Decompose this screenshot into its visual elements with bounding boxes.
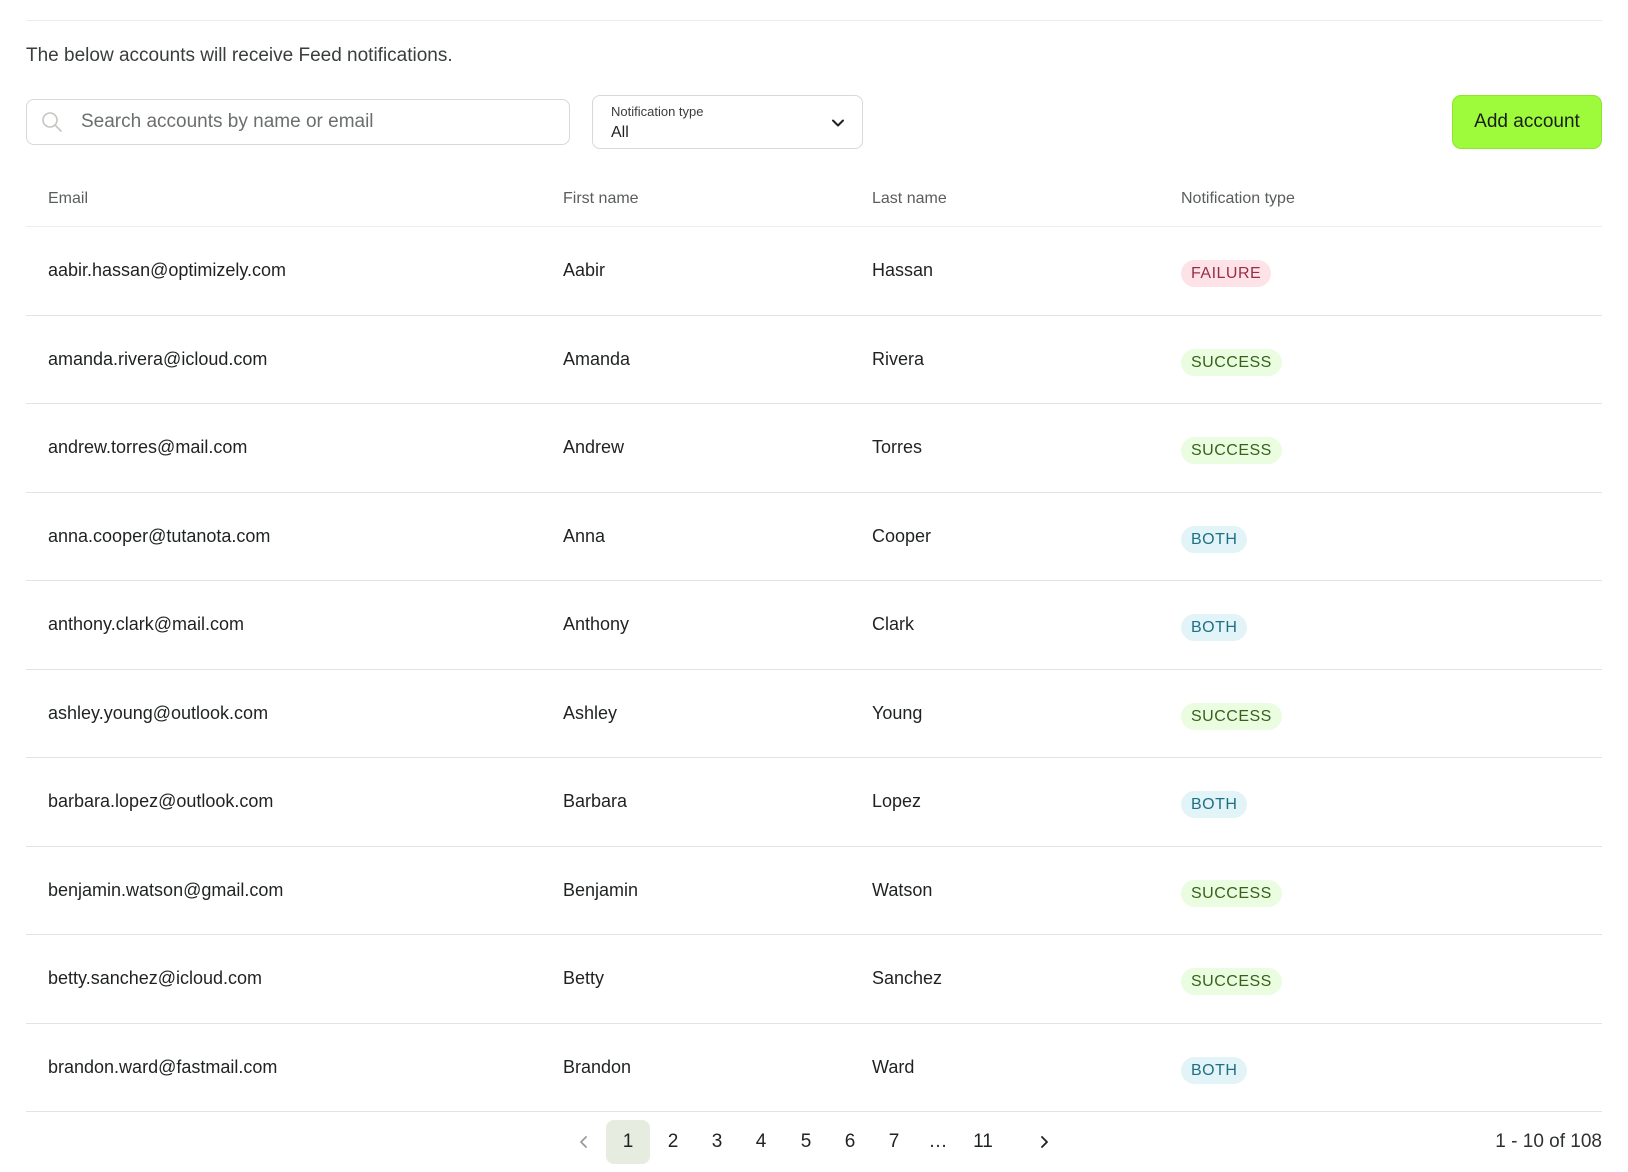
select-value: All	[611, 124, 629, 141]
row-email: benjamin.watson@gmail.com	[48, 879, 284, 900]
status-badge: FAILURE	[1181, 260, 1272, 287]
status-badge: SUCCESS	[1181, 437, 1282, 464]
status-badge: SUCCESS	[1181, 968, 1282, 995]
table-row[interactable]: betty.sanchez@icloud.com Betty Sanchez SUCC…	[26, 935, 1602, 1024]
row-email: barbara.lopez@outlook.com	[48, 791, 274, 811]
page-range: 1 - 10 of 108	[1495, 1131, 1602, 1152]
row-last-name: Hassan	[872, 260, 934, 280]
page-ellipsis: …	[928, 1131, 948, 1152]
page-button-7[interactable]: 7	[872, 1120, 916, 1164]
row-first-name: Andrew	[563, 437, 625, 457]
table-row[interactable]: amanda.rivera@icloud.com Amanda Rivera SUCC…	[26, 316, 1602, 404]
row-email: ashley.young@outlook.com	[48, 702, 269, 723]
intro-text: The below accounts will receive Feed not…	[26, 45, 453, 66]
row-last-name: Lopez	[872, 791, 922, 811]
status-badge: BOTH	[1181, 614, 1248, 641]
divider	[26, 20, 1602, 21]
notification-type-select[interactable]: Notification type All	[592, 95, 863, 149]
row-last-name: Young	[872, 702, 923, 723]
row-email: anna.cooper@tutanota.com	[48, 525, 271, 546]
page-button-1[interactable]: 1	[606, 1120, 650, 1164]
notification-accounts-page: The below accounts will receive Feed not…	[0, 0, 1628, 1172]
table-row[interactable]: barbara.lopez@outlook.com Barbara Lopez BOT…	[26, 758, 1602, 847]
status-badge: SUCCESS	[1181, 348, 1282, 376]
status-badge: BOTH	[1181, 1056, 1248, 1084]
row-email: amanda.rivera@icloud.com	[48, 348, 268, 369]
status-badge: BOTH	[1181, 791, 1248, 818]
chevron-left-icon	[580, 1136, 587, 1148]
row-first-name: Anthony	[563, 614, 630, 634]
page-button-5[interactable]: 5	[784, 1120, 828, 1164]
row-email: brandon.ward@fastmail.com	[48, 1056, 278, 1077]
page-button-11[interactable]: 11	[961, 1120, 1005, 1164]
column-header-notification-type[interactable]: Notification type	[1181, 190, 1295, 208]
column-header-first-name[interactable]: First name	[563, 190, 639, 208]
row-last-name: Clark	[872, 614, 915, 634]
row-first-name: Ashley	[563, 702, 618, 723]
row-first-name: Aabir	[563, 260, 606, 280]
search-input[interactable]	[81, 111, 569, 133]
table-row[interactable]: andrew.torres@mail.com Andrew Torres SUCCES…	[26, 404, 1602, 493]
page-button-2[interactable]: 2	[651, 1120, 695, 1164]
row-email: betty.sanchez@icloud.com	[48, 968, 263, 988]
search-box[interactable]	[26, 99, 570, 145]
status-badge: SUCCESS	[1181, 879, 1282, 907]
table-row[interactable]: brandon.ward@fastmail.com Brandon Ward BOTH	[26, 1024, 1602, 1112]
page-button-6[interactable]: 6	[828, 1120, 872, 1164]
table-header: Email First name Last name Notification …	[26, 172, 1602, 227]
column-header-email[interactable]: Email	[48, 190, 88, 208]
page-button-4[interactable]: 4	[739, 1120, 783, 1164]
table-row[interactable]: ashley.young@outlook.com Ashley Young SUCCE…	[26, 670, 1602, 758]
table-row[interactable]: benjamin.watson@gmail.com Benjamin Watson S…	[26, 847, 1602, 935]
table-row[interactable]: aabir.hassan@optimizely.com Aabir Hassan FA…	[26, 227, 1602, 316]
row-email: andrew.torres@mail.com	[48, 437, 248, 457]
row-last-name: Torres	[872, 437, 923, 457]
column-header-last-name[interactable]: Last name	[872, 190, 947, 208]
row-email: aabir.hassan@optimizely.com	[48, 260, 287, 280]
row-last-name: Rivera	[872, 348, 925, 369]
row-first-name: Betty	[563, 968, 605, 988]
row-email: anthony.clark@mail.com	[48, 614, 245, 634]
row-first-name: Anna	[563, 525, 606, 546]
row-first-name: Barbara	[563, 791, 628, 811]
next-page-button[interactable]	[1022, 1120, 1066, 1164]
row-last-name: Sanchez	[872, 968, 943, 988]
row-last-name: Cooper	[872, 525, 932, 546]
row-first-name: Brandon	[563, 1056, 632, 1077]
status-badge: SUCCESS	[1181, 702, 1282, 730]
page-button-3[interactable]: 3	[695, 1120, 739, 1164]
row-first-name: Benjamin	[563, 879, 639, 900]
add-account-button[interactable]: Add account	[1452, 95, 1602, 149]
row-last-name: Ward	[872, 1056, 915, 1077]
accounts-table: Email First name Last name Notification …	[26, 172, 1602, 1112]
status-badge: BOTH	[1181, 525, 1248, 553]
pagination: 1 2 3 4 5 6 7 … 11 1 - 10 of 108	[0, 1120, 1628, 1164]
prev-page-button[interactable]	[562, 1120, 606, 1164]
table-row[interactable]: anna.cooper@tutanota.com Anna Cooper BOTH	[26, 493, 1602, 581]
chevron-down-icon	[832, 119, 844, 127]
table-body: aabir.hassan@optimizely.com Aabir Hassan FA…	[26, 227, 1602, 1112]
chevron-right-icon	[1041, 1136, 1048, 1148]
row-first-name: Amanda	[563, 348, 631, 369]
search-icon	[40, 110, 64, 134]
row-last-name: Watson	[872, 879, 933, 900]
table-row[interactable]: anthony.clark@mail.com Anthony Clark BOTH	[26, 581, 1602, 670]
select-label: Notification type	[611, 104, 704, 119]
